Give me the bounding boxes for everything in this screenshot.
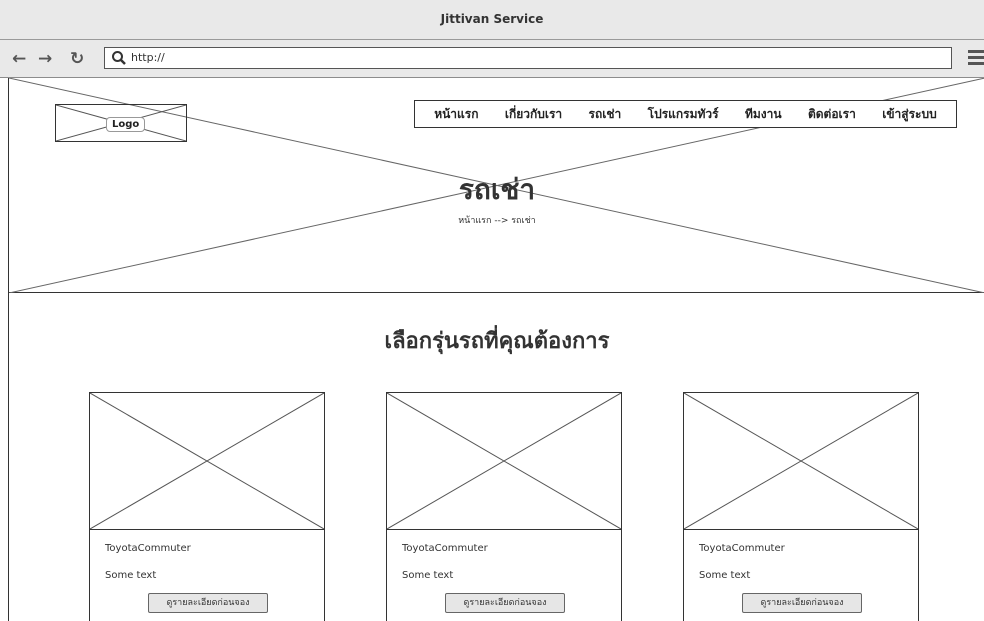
main-nav: หน้าแรก เกี่ยวกับเรา รถเช่า โปรแกรมทัวร์… <box>414 100 957 128</box>
url-input[interactable]: http:// <box>104 47 952 69</box>
view-details-button[interactable]: ดูรายละเอียดก่อนจอง <box>742 593 862 613</box>
search-icon <box>112 51 126 65</box>
url-text: http:// <box>131 51 165 64</box>
logo[interactable]: Logo <box>55 104 187 142</box>
car-name: ToyotaCommuter <box>105 543 191 554</box>
car-name: ToyotaCommuter <box>402 543 488 554</box>
back-arrow-icon[interactable]: ← <box>12 50 26 68</box>
image-placeholder-icon <box>90 393 324 530</box>
nav-item-home[interactable]: หน้าแรก <box>434 105 478 124</box>
forward-arrow-icon[interactable]: → <box>38 50 52 68</box>
browser-toolbar: ← → ↻ http:// <box>0 40 984 78</box>
car-description: Some text <box>699 570 751 581</box>
car-card: ToyotaCommuter Some text ดูรายละเอียดก่อ… <box>386 392 622 621</box>
hamburger-menu-icon[interactable] <box>968 50 984 66</box>
reload-icon[interactable]: ↻ <box>70 50 84 68</box>
view-details-button[interactable]: ดูรายละเอียดก่อนจอง <box>148 593 268 613</box>
nav-item-tour-program[interactable]: โปรแกรมทัวร์ <box>648 105 719 124</box>
window-titlebar: Jittivan Service <box>0 0 984 40</box>
nav-item-contact[interactable]: ติดต่อเรา <box>808 105 856 124</box>
car-description: Some text <box>402 570 454 581</box>
logo-label: Logo <box>106 117 146 132</box>
breadcrumb[interactable]: หน้าแรก --> รถเช่า <box>9 213 984 227</box>
image-placeholder-icon <box>684 393 918 530</box>
page-title: รถเช่า <box>458 173 536 206</box>
page-viewport: Logo หน้าแรก เกี่ยวกับเรา รถเช่า โปรแกรม… <box>8 78 984 621</box>
car-name: ToyotaCommuter <box>699 543 785 554</box>
nav-item-about[interactable]: เกี่ยวกับเรา <box>505 105 562 124</box>
window-title: Jittivan Service <box>440 12 544 26</box>
hero-banner: Logo หน้าแรก เกี่ยวกับเรา รถเช่า โปรแกรม… <box>9 78 984 293</box>
nav-item-car-rental[interactable]: รถเช่า <box>589 105 622 124</box>
car-card: ToyotaCommuter Some text ดูรายละเอียดก่อ… <box>89 392 325 621</box>
nav-item-login[interactable]: เข้าสู่ระบบ <box>882 105 937 124</box>
section-title: เลือกรุ่นรถที่คุณต้องการ <box>384 329 610 354</box>
nav-item-team[interactable]: ทีมงาน <box>745 105 782 124</box>
car-card: ToyotaCommuter Some text ดูรายละเอียดก่อ… <box>683 392 919 621</box>
car-description: Some text <box>105 570 157 581</box>
view-details-button[interactable]: ดูรายละเอียดก่อนจอง <box>445 593 565 613</box>
image-placeholder-icon <box>387 393 621 530</box>
